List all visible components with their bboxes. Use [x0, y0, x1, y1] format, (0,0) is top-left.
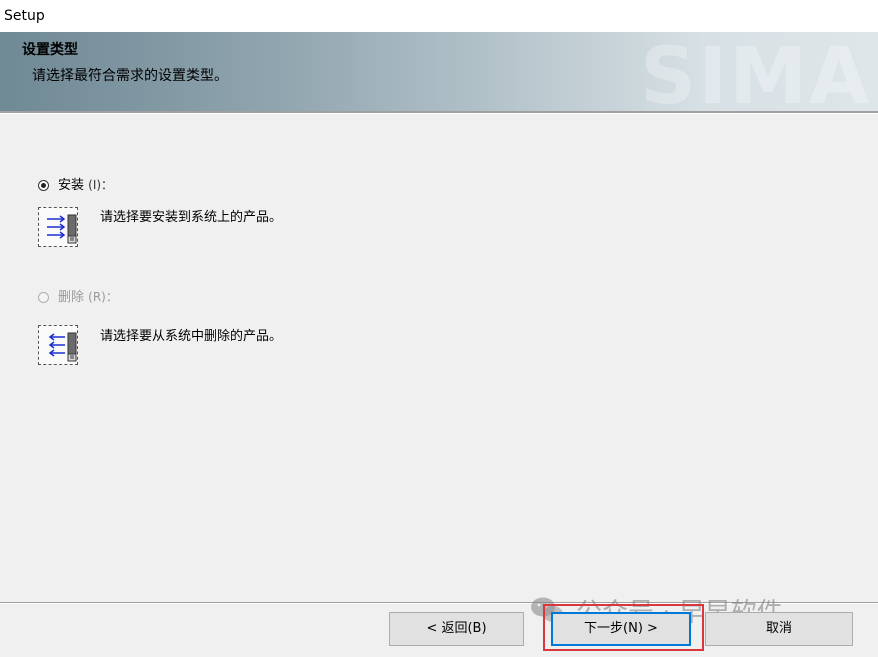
title-bar[interactable]: Setup — [0, 0, 878, 32]
remove-label[interactable]: 删除 (R)： — [58, 288, 118, 307]
remove-radio[interactable] — [38, 291, 49, 303]
install-mnemonic: (I)： — [88, 177, 114, 192]
next-button[interactable]: 下一步(N) > — [551, 612, 691, 646]
remove-description: 请选择要从系统中删除的产品。 — [100, 329, 283, 344]
footer-divider — [0, 602, 878, 604]
header-divider — [0, 111, 878, 114]
window-title: Setup — [4, 8, 45, 24]
page-title: 设置类型 — [22, 42, 78, 58]
page-subtitle: 请选择最符合需求的设置类型。 — [32, 68, 228, 84]
setup-window: Setup SIMA 设置类型 请选择最符合需求的设置类型。 安装 (I)： 请… — [0, 0, 878, 657]
install-radio[interactable] — [38, 179, 49, 191]
brand-watermark: SIMA — [640, 32, 872, 111]
back-button[interactable]: < 返回(B) — [389, 612, 524, 646]
install-option[interactable]: 安装 (I)： — [38, 176, 113, 194]
remove-icon — [38, 325, 78, 365]
remove-option[interactable]: 删除 (R)： — [38, 288, 118, 306]
install-label-text: 安装 — [58, 177, 85, 193]
remove-label-text: 删除 — [58, 289, 85, 305]
header-banner: SIMA 设置类型 请选择最符合需求的设置类型。 — [0, 32, 878, 111]
cancel-button[interactable]: 取消 — [705, 612, 853, 646]
install-description: 请选择要安装到系统上的产品。 — [100, 210, 283, 225]
remove-mnemonic: (R)： — [88, 289, 118, 304]
install-label[interactable]: 安装 (I)： — [58, 176, 113, 195]
install-icon — [38, 207, 78, 247]
